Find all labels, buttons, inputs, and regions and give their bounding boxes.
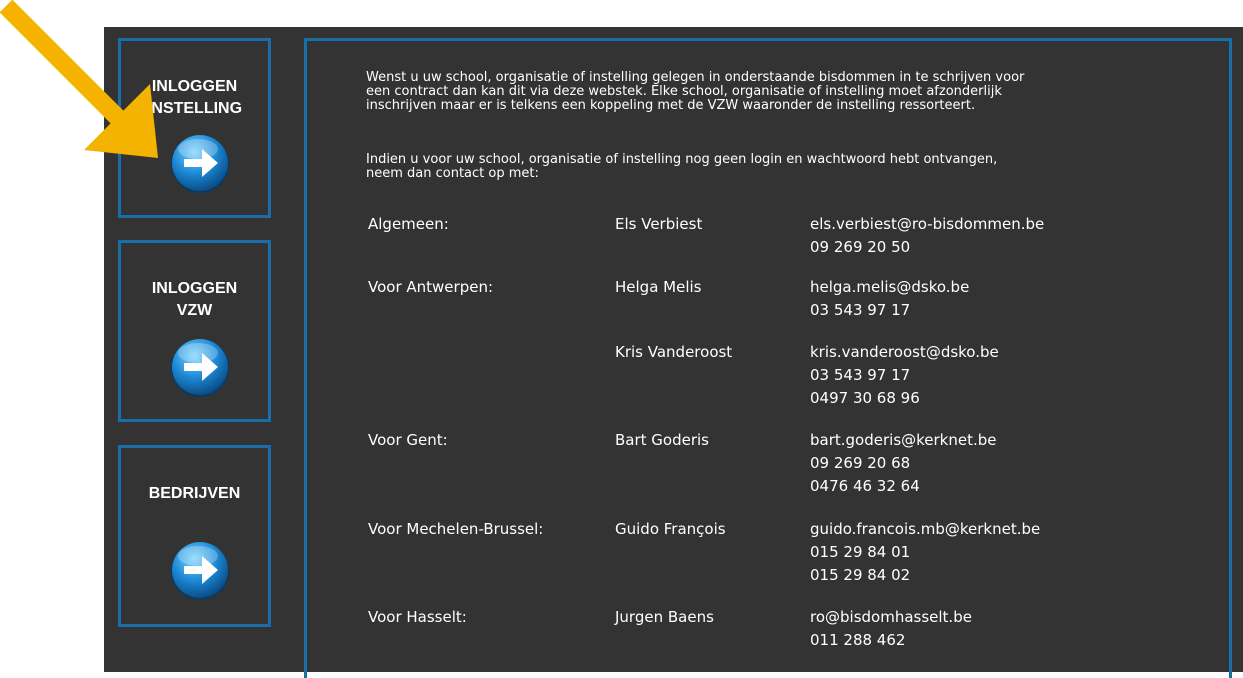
login-vzw-button[interactable]: INLOGGEN VZW — [118, 240, 271, 422]
contact-email[interactable]: els.verbiest@ro-bisdommen.be — [810, 213, 1044, 236]
content-panel — [304, 38, 1232, 678]
contact-phone: 015 29 84 01 — [810, 543, 911, 561]
arrow-right-circle-icon[interactable] — [168, 131, 232, 195]
contact-phone: 03 543 97 17 — [810, 301, 911, 319]
arrow-right-circle-icon[interactable] — [168, 538, 232, 602]
contact-phone: 015 29 84 02 — [810, 566, 911, 584]
contact-phone: 09 269 20 68 — [810, 454, 911, 472]
contact-email[interactable]: guido.francois.mb@kerknet.be — [810, 518, 1040, 541]
companies-button[interactable]: BEDRIJVEN — [118, 445, 271, 627]
intro-paragraph-2: Indien u voor uw school, organisatie of … — [366, 152, 998, 181]
login-vzw-label: INLOGGEN VZW — [151, 280, 238, 319]
contact-details: helga.melis@dsko.be 03 543 97 17 — [810, 276, 969, 322]
pointer-arrow-icon — [0, 0, 158, 158]
contact-region: Voor Mechelen-Brussel: — [368, 520, 544, 538]
contact-email[interactable]: kris.vanderoost@dsko.be — [810, 341, 999, 364]
contact-person: Els Verbiest — [615, 215, 703, 233]
contact-details: guido.francois.mb@kerknet.be 015 29 84 0… — [810, 518, 1040, 587]
intro-paragraph-1: Wenst u uw school, organisatie of instel… — [366, 70, 1025, 113]
contact-phone: 011 288 462 — [810, 631, 906, 649]
contact-phone: 09 269 20 50 — [810, 238, 911, 256]
contact-details: els.verbiest@ro-bisdommen.be 09 269 20 5… — [810, 213, 1044, 259]
contact-email[interactable]: ro@bisdomhasselt.be — [810, 606, 972, 629]
contact-region: Algemeen: — [368, 215, 449, 233]
contact-phone: 0476 46 32 64 — [810, 477, 920, 495]
arrow-right-circle-icon[interactable] — [168, 335, 232, 399]
contact-email[interactable]: bart.goderis@kerknet.be — [810, 429, 997, 452]
contact-region: Voor Gent: — [368, 431, 448, 449]
contact-person: Guido François — [615, 520, 726, 538]
contact-person: Bart Goderis — [615, 431, 709, 449]
contact-region: Voor Antwerpen: — [368, 278, 494, 296]
contact-phone: 03 543 97 17 — [810, 366, 911, 384]
contact-phone: 0497 30 68 96 — [810, 389, 920, 407]
contact-person: Kris Vanderoost — [615, 343, 733, 361]
contact-region: Voor Hasselt: — [368, 608, 467, 626]
contact-details: ro@bisdomhasselt.be 011 288 462 — [810, 606, 972, 652]
contact-details: bart.goderis@kerknet.be 09 269 20 68 047… — [810, 429, 997, 498]
companies-label: BEDRIJVEN — [148, 485, 241, 502]
contact-details: kris.vanderoost@dsko.be 03 543 97 17 049… — [810, 341, 999, 410]
contact-person: Jurgen Baens — [615, 608, 714, 626]
contact-email[interactable]: helga.melis@dsko.be — [810, 276, 969, 299]
contact-person: Helga Melis — [615, 278, 702, 296]
